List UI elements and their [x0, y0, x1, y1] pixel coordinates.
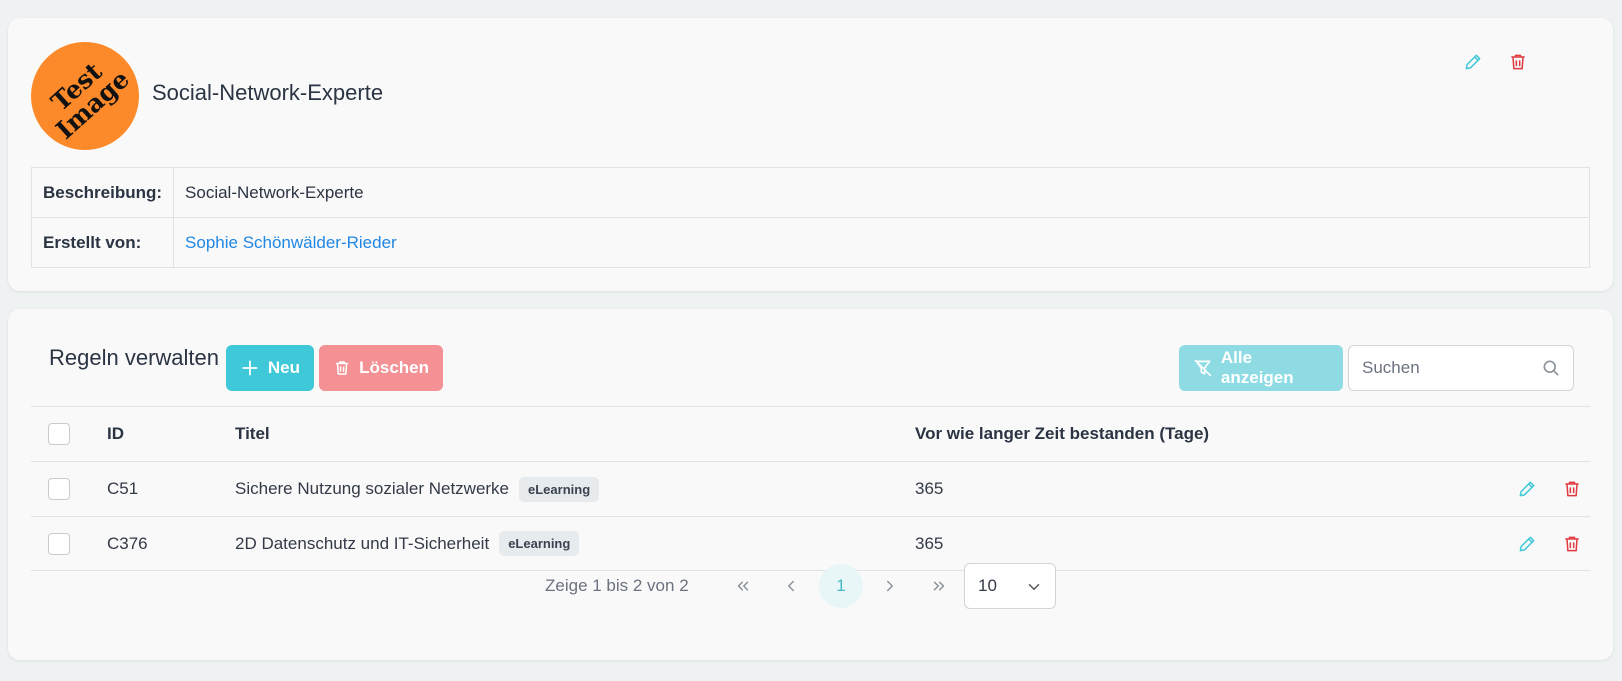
chevron-double-right-icon [933, 581, 945, 591]
row-title-cell: 2D Datenschutz und IT-Sicherheit eLearni… [235, 531, 580, 556]
delete-rules-label: Löschen [359, 358, 429, 377]
prev-page-button[interactable] [769, 564, 813, 608]
row-checkbox[interactable] [48, 478, 70, 500]
chevron-left-icon [788, 580, 794, 592]
chevron-down-icon [1028, 584, 1040, 590]
select-all-checkbox[interactable] [48, 423, 70, 445]
chevron-double-left-icon [737, 581, 749, 591]
type-badge: eLearning [499, 531, 580, 556]
column-header-title[interactable]: Titel [235, 424, 270, 444]
delete-rules-button[interactable]: Löschen [319, 345, 443, 391]
type-badge: eLearning [519, 476, 600, 502]
row-title-cell: Sichere Nutzung sozialer Netzwerke eLear… [235, 476, 600, 502]
row-days: 365 [915, 479, 944, 498]
column-header-id[interactable]: ID [107, 424, 124, 444]
new-rule-label: Neu [267, 358, 300, 377]
info-row: Erstellt von: Sophie Schönwälder-Rieder [30, 217, 1590, 268]
rules-card: Regeln verwalten Neu Löschen Alle anzeig… [8, 309, 1613, 660]
new-rule-button[interactable]: Neu [226, 345, 314, 391]
per-page-select[interactable]: 10 [964, 563, 1056, 609]
trash-icon [1565, 536, 1579, 552]
column-header-days[interactable]: Vor wie langer Zeit bestanden (Tage) [915, 424, 1209, 444]
profile-info-table: Beschreibung: Social-Network-Experte Ers… [30, 167, 1590, 268]
edit-pencil-icon [1519, 481, 1535, 497]
row-checkbox[interactable] [48, 532, 70, 555]
row-days: 365 [915, 533, 944, 553]
page-number-button[interactable]: 1 [819, 564, 863, 608]
edit-profile-button[interactable] [1460, 49, 1486, 75]
per-page-value: 10 [978, 576, 997, 595]
profile-title: Social-Network-Experte [152, 80, 384, 105]
delete-profile-button[interactable] [1505, 49, 1531, 75]
last-page-button[interactable] [917, 564, 961, 608]
search-icon [1543, 360, 1559, 376]
edit-row-button[interactable] [1514, 531, 1540, 557]
filter-off-icon [1194, 359, 1212, 377]
row-id: C51 [107, 479, 139, 498]
trash-icon [336, 361, 349, 375]
edit-row-button[interactable] [1514, 476, 1540, 502]
trash-icon [1565, 481, 1579, 497]
show-all-label: Alle anzeigen [1220, 348, 1294, 387]
delete-row-button[interactable] [1559, 531, 1585, 557]
profile-card: Test Image Social-Network-Experte Beschr… [8, 18, 1613, 291]
delete-row-button[interactable] [1559, 476, 1585, 502]
info-row: Beschreibung: Social-Network-Experte [30, 167, 1590, 218]
section-title: Regeln verwalten [49, 345, 219, 370]
chevron-right-icon [887, 580, 893, 592]
pagination: Zeige 1 bis 2 von 2 1 10 [8, 563, 1613, 609]
avatar: Test Image [31, 42, 139, 150]
row-id: C376 [107, 533, 148, 553]
rules-table: ID Titel Vor wie langer Zeit bestanden (… [31, 406, 1590, 571]
first-page-button[interactable] [721, 564, 765, 608]
edit-pencil-icon [1519, 536, 1535, 552]
trash-icon [1511, 54, 1525, 70]
table-header: ID Titel Vor wie langer Zeit bestanden (… [31, 406, 1590, 461]
show-all-button[interactable]: Alle anzeigen [1179, 345, 1343, 391]
row-title: Sichere Nutzung sozialer Netzwerke [235, 479, 510, 498]
edit-pencil-icon [1465, 54, 1481, 70]
pagination-info: Zeige 1 bis 2 von 2 [545, 576, 689, 595]
search-box [1348, 345, 1574, 391]
table-row: C51 Sichere Nutzung sozialer Netzwerke e… [31, 461, 1590, 516]
avatar-text: Test Image [45, 56, 135, 145]
plus-icon [242, 360, 258, 376]
description-value: Social-Network-Experte [173, 167, 1590, 218]
created-by-cell: Sophie Schönwälder-Rieder [173, 217, 1590, 268]
search-input[interactable] [1349, 346, 1529, 390]
created-by-link[interactable]: Sophie Schönwälder-Rieder [185, 233, 397, 252]
created-by-label: Erstellt von: [30, 217, 175, 268]
row-title: 2D Datenschutz und IT-Sicherheit [235, 533, 490, 553]
next-page-button[interactable] [868, 564, 912, 608]
description-label: Beschreibung: [30, 167, 175, 218]
